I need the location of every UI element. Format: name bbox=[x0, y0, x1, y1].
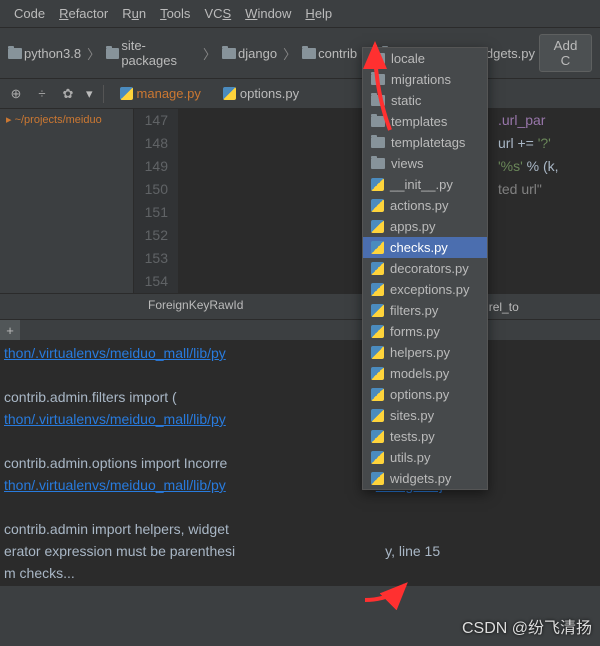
settings-icon[interactable]: ✿ bbox=[60, 86, 76, 102]
bc-django[interactable]: django bbox=[222, 46, 277, 61]
dropdown-folder-templates[interactable]: templates bbox=[363, 111, 487, 132]
dropdown-file-forms-py[interactable]: forms.py bbox=[363, 321, 487, 342]
menu-refactor[interactable]: Refactor bbox=[53, 4, 114, 23]
python-file-icon bbox=[223, 87, 236, 100]
python-file-icon bbox=[371, 430, 384, 443]
bc-python[interactable]: python3.8 bbox=[8, 46, 81, 61]
python-file-icon bbox=[371, 178, 384, 191]
file-dropdown: localemigrationsstatictemplatestemplatet… bbox=[362, 47, 488, 490]
dropdown-file-filters-py[interactable]: filters.py bbox=[363, 300, 487, 321]
bc-contrib[interactable]: contrib bbox=[302, 46, 357, 61]
menu-tools[interactable]: Tools bbox=[154, 4, 196, 23]
folder-icon bbox=[371, 74, 385, 85]
dropdown-file-exceptions-py[interactable]: exceptions.py bbox=[363, 279, 487, 300]
python-file-icon bbox=[371, 199, 384, 212]
python-file-icon bbox=[371, 262, 384, 275]
python-file-icon bbox=[371, 367, 384, 380]
dropdown-file-sites-py[interactable]: sites.py bbox=[363, 405, 487, 426]
folder-icon bbox=[371, 53, 385, 64]
folder-icon bbox=[371, 116, 385, 127]
status-left: ForeignKeyRawId bbox=[148, 298, 243, 315]
dropdown-folder-locale[interactable]: locale bbox=[363, 48, 487, 69]
dropdown-file-decorators-py[interactable]: decorators.py bbox=[363, 258, 487, 279]
python-file-icon bbox=[120, 87, 133, 100]
bc-site-packages[interactable]: site-packages bbox=[106, 38, 197, 68]
status-bar: ForeignKeyRawId ct() 〉 if rel_to bbox=[0, 293, 600, 320]
collapse-icon[interactable]: ÷ bbox=[34, 86, 50, 102]
dropdown-file-apps-py[interactable]: apps.py bbox=[363, 216, 487, 237]
dropdown-file-utils-py[interactable]: utils.py bbox=[363, 447, 487, 468]
folder-icon bbox=[371, 95, 385, 106]
gutter: 147148149150151152153154 bbox=[134, 109, 178, 293]
breadcrumb: python3.8〉 site-packages〉 django〉 contri… bbox=[0, 28, 600, 79]
python-file-icon bbox=[371, 304, 384, 317]
menu-code[interactable]: Code bbox=[8, 4, 51, 23]
editor: ▸ ~/projects/meiduo 14714814915015115215… bbox=[0, 109, 600, 293]
dropdown-folder-migrations[interactable]: migrations bbox=[363, 69, 487, 90]
tab-manage[interactable]: manage.py bbox=[114, 84, 207, 103]
python-file-icon bbox=[371, 388, 384, 401]
dropdown-folder-views[interactable]: views bbox=[363, 153, 487, 174]
python-file-icon bbox=[371, 220, 384, 233]
dropdown-file-checks-py[interactable]: checks.py bbox=[363, 237, 487, 258]
target-icon[interactable]: ⊕ bbox=[8, 86, 24, 102]
menu-window[interactable]: Window bbox=[239, 4, 297, 23]
menu-run[interactable]: Run bbox=[116, 4, 152, 23]
python-file-icon bbox=[371, 346, 384, 359]
dropdown-folder-static[interactable]: static bbox=[363, 90, 487, 111]
python-file-icon bbox=[371, 325, 384, 338]
dropdown-file-__init__-py[interactable]: __init__.py bbox=[363, 174, 487, 195]
menu-vcs[interactable]: VCS bbox=[198, 4, 237, 23]
dropdown-file-helpers-py[interactable]: helpers.py bbox=[363, 342, 487, 363]
add-config-button[interactable]: Add C bbox=[539, 34, 592, 72]
toolbar: ⊕ ÷ ✿ ▾ manage.py options.py bbox=[0, 79, 600, 109]
python-file-icon bbox=[371, 409, 384, 422]
dropdown-file-options-py[interactable]: options.py bbox=[363, 384, 487, 405]
folder-icon bbox=[371, 137, 385, 148]
tab-options[interactable]: options.py bbox=[217, 84, 305, 103]
python-file-icon bbox=[371, 283, 384, 296]
menu-bar: Code Refactor Run Tools VCS Window Help bbox=[0, 0, 600, 28]
dropdown-file-widgets-py[interactable]: widgets.py bbox=[363, 468, 487, 489]
project-panel[interactable]: ▸ ~/projects/meiduo bbox=[0, 109, 134, 293]
folder-icon bbox=[8, 48, 22, 59]
python-file-icon bbox=[371, 451, 384, 464]
python-file-icon bbox=[371, 241, 384, 254]
folder-icon bbox=[222, 48, 236, 59]
dropdown-file-models-py[interactable]: models.py bbox=[363, 363, 487, 384]
dropdown-folder-templatetags[interactable]: templatetags bbox=[363, 132, 487, 153]
menu-help[interactable]: Help bbox=[299, 4, 338, 23]
watermark: CSDN @纷飞清扬 bbox=[462, 614, 592, 638]
add-tab-button[interactable]: + bbox=[0, 320, 20, 340]
dropdown-file-actions-py[interactable]: actions.py bbox=[363, 195, 487, 216]
console-output[interactable]: thon/.virtualenvs/meiduo_mall/lib/pyacka… bbox=[0, 340, 600, 586]
folder-icon bbox=[302, 48, 316, 59]
dropdown-file-tests-py[interactable]: tests.py bbox=[363, 426, 487, 447]
python-file-icon bbox=[371, 472, 384, 485]
folder-icon bbox=[371, 158, 385, 169]
folder-icon bbox=[106, 48, 119, 59]
